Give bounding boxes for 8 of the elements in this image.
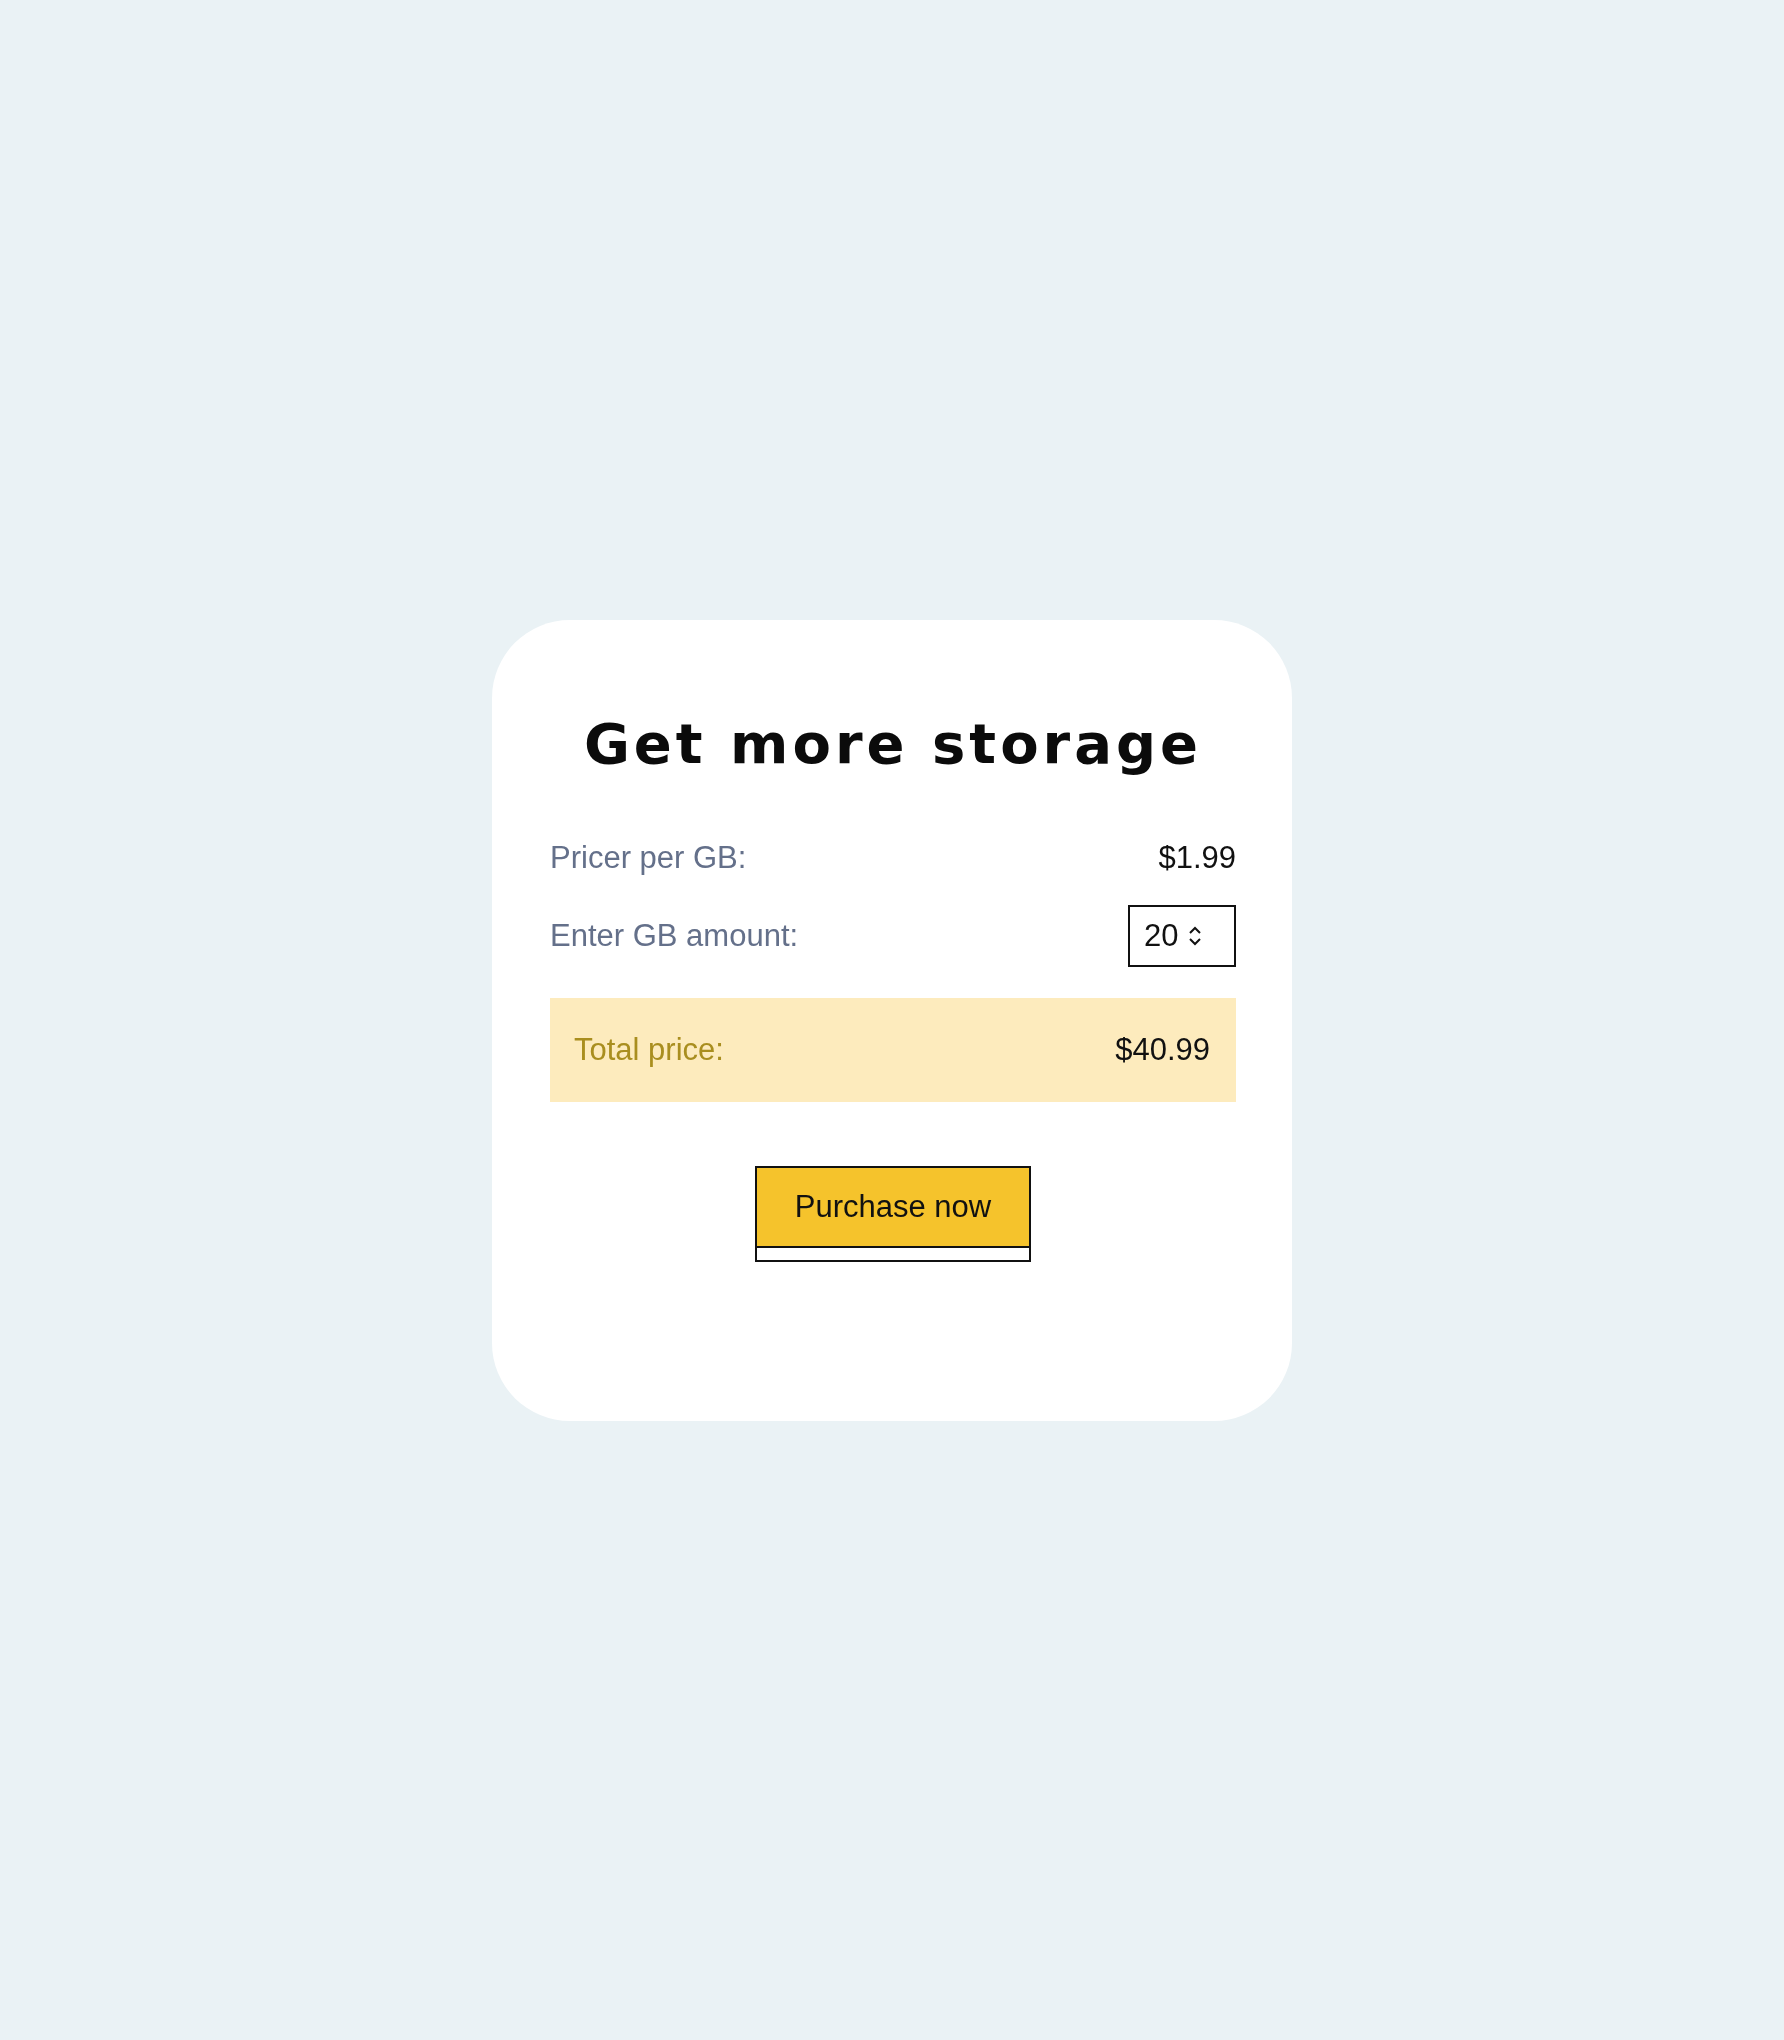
price-value: $1.99 (1158, 839, 1236, 876)
number-field[interactable]: 20 (1128, 904, 1236, 967)
spinner-icon[interactable] (1188, 924, 1203, 947)
field-label: Enter GB amount: (550, 917, 799, 954)
total-label: Total price: (574, 1031, 724, 1068)
purchase-button[interactable]: Purchase now (755, 1165, 1031, 1262)
field-label: Pricer per GB: (550, 839, 747, 876)
total-value: $40.99 (1115, 1031, 1210, 1068)
